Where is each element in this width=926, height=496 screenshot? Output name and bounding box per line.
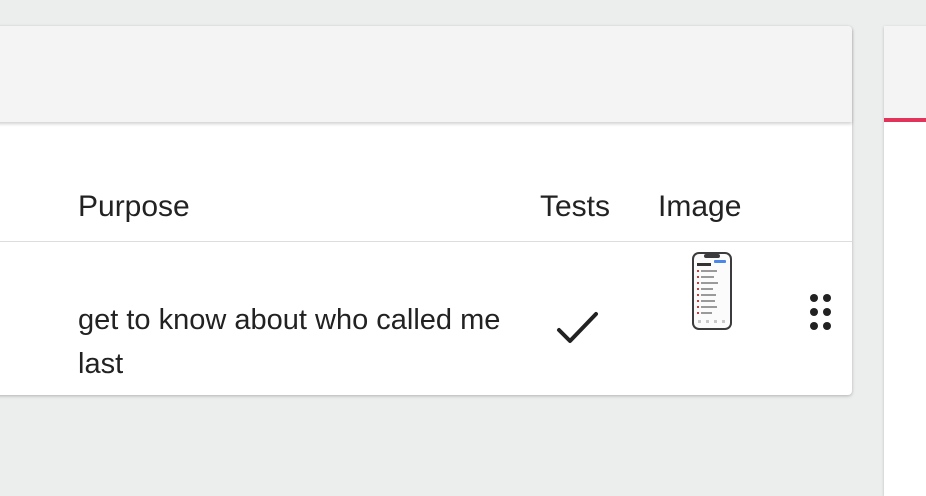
table-toolbar [0, 26, 852, 122]
side-panel-header [884, 26, 926, 118]
phone-screenshot-thumbnail[interactable] [691, 251, 733, 336]
more-dots-icon[interactable] [809, 293, 835, 331]
column-header-tests[interactable]: Tests [540, 189, 610, 225]
table-header-row: Purpose Tests Image [0, 122, 852, 242]
check-icon [556, 308, 600, 348]
purpose-cell: get to know about who called me last [78, 304, 501, 380]
side-panel [884, 26, 926, 496]
column-header-purpose[interactable]: Purpose [78, 189, 190, 225]
side-panel-active-indicator [884, 118, 926, 122]
column-header-image[interactable]: Image [658, 189, 741, 225]
table-card: Purpose Tests Image get to know about wh… [0, 26, 852, 395]
